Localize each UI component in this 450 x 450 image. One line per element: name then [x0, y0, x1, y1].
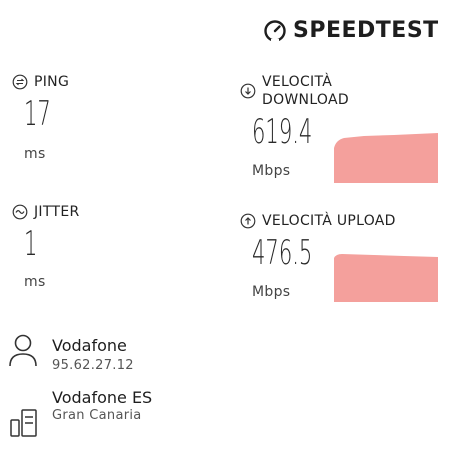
- ping-icon: [12, 74, 28, 90]
- provider-name: Vodafone: [52, 336, 127, 355]
- gauge-icon: [263, 19, 287, 43]
- download-label-line2: DOWNLOAD: [262, 92, 349, 108]
- ping-label: PING: [12, 73, 69, 91]
- download-label-line1: VELOCITÀ: [262, 74, 333, 90]
- user-icon: [8, 333, 38, 367]
- download-label: VELOCITÀ DOWNLOAD: [240, 73, 349, 109]
- brand-header: SPEEDTEST: [263, 18, 439, 43]
- jitter-label-text: JITTER: [34, 204, 80, 220]
- upload-value: 476.5: [252, 233, 313, 273]
- upload-label-text: VELOCITÀ UPLOAD: [262, 213, 396, 229]
- provider-ip: 95.62.27.12: [52, 358, 134, 373]
- jitter-unit: ms: [24, 274, 46, 290]
- upload-label: VELOCITÀ UPLOAD: [240, 212, 396, 230]
- ping-value: 17: [24, 94, 51, 134]
- download-graph: [334, 130, 438, 183]
- download-unit: Mbps: [252, 163, 291, 179]
- upload-graph-area: [334, 254, 438, 302]
- brand-name: SPEEDTEST: [293, 18, 439, 43]
- server-name: Vodafone ES: [52, 388, 153, 407]
- upload-graph: [334, 252, 438, 302]
- ping-unit: ms: [24, 146, 46, 162]
- jitter-value: 1: [24, 224, 38, 264]
- download-icon: [240, 83, 256, 99]
- server-icon: [10, 408, 40, 438]
- download-value: 619.4: [252, 112, 313, 152]
- jitter-label: JITTER: [12, 203, 80, 221]
- server-location: Gran Canaria: [52, 408, 142, 423]
- jitter-icon: [12, 204, 28, 220]
- download-graph-area: [334, 133, 438, 183]
- upload-icon: [240, 213, 256, 229]
- upload-unit: Mbps: [252, 284, 291, 300]
- ping-label-text: PING: [34, 74, 70, 90]
